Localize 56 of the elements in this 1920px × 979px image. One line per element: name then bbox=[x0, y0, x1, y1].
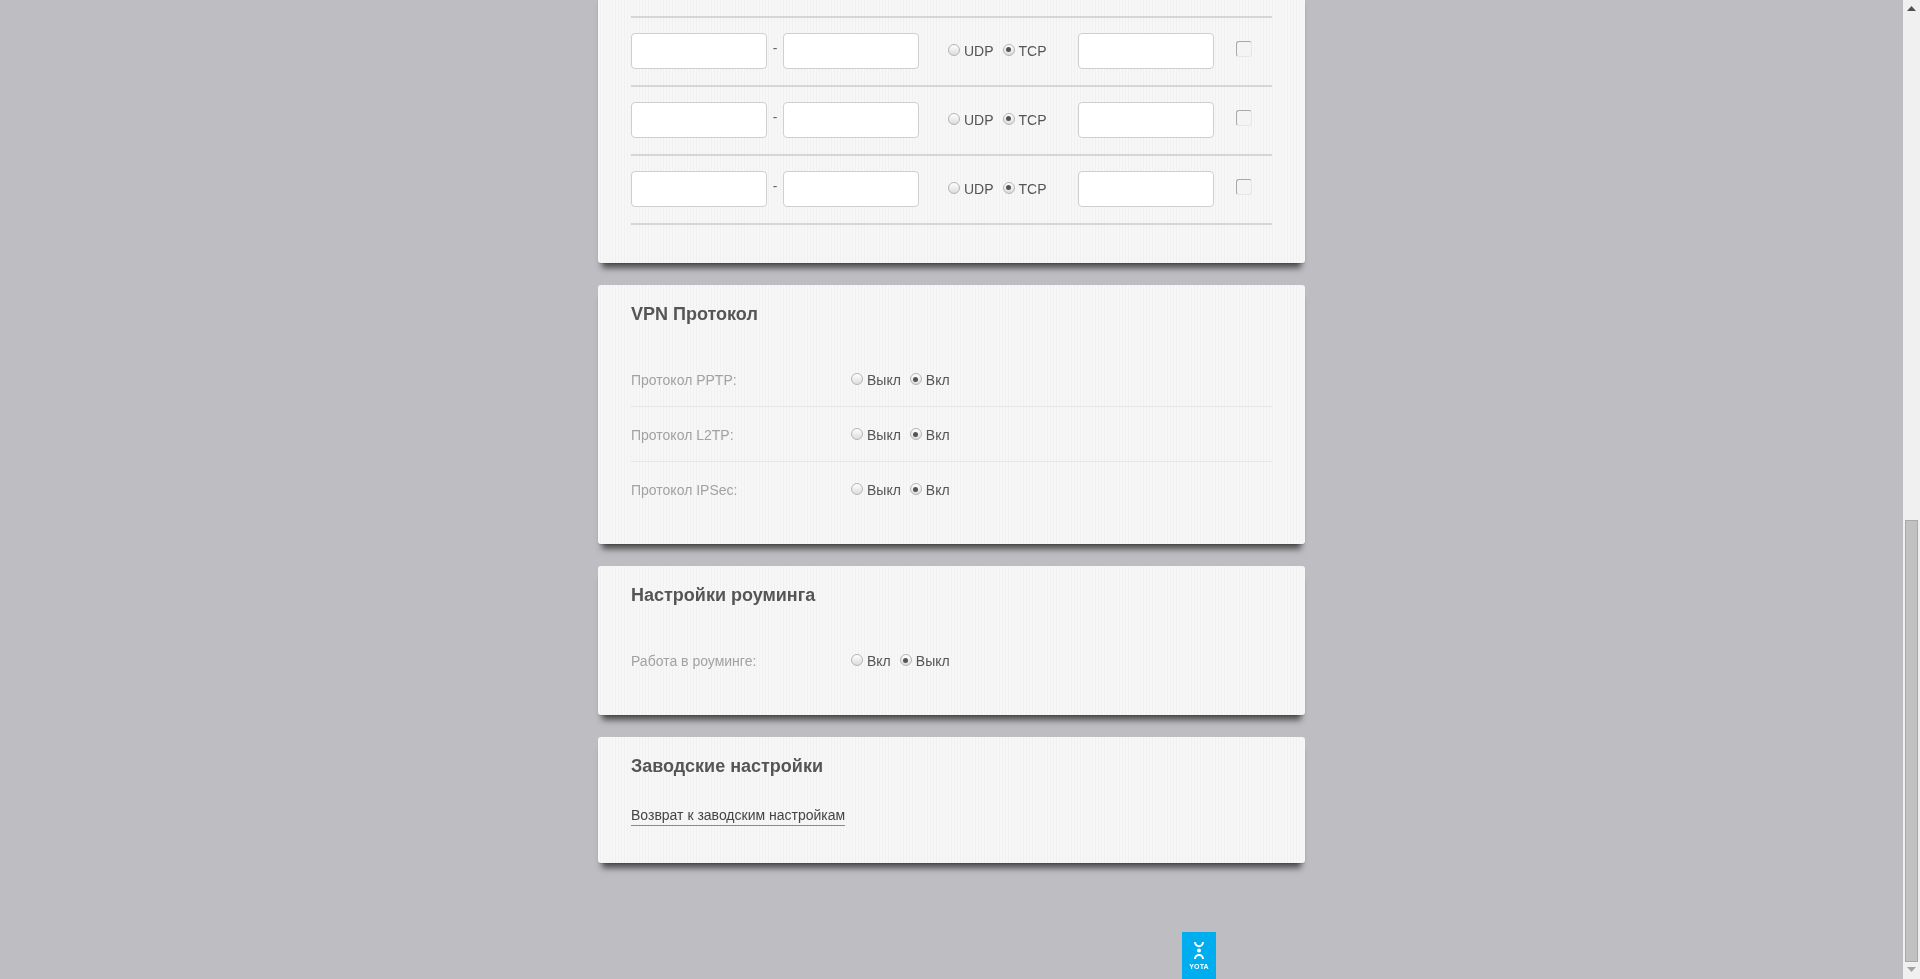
checkbox[interactable] bbox=[1236, 110, 1252, 126]
radio-button[interactable] bbox=[909, 373, 922, 385]
radio-button[interactable] bbox=[909, 428, 922, 440]
radio-button[interactable] bbox=[1002, 112, 1015, 125]
radio-button[interactable] bbox=[1002, 43, 1015, 56]
input-field[interactable] bbox=[783, 171, 919, 207]
option-label[interactable]: Выкл bbox=[867, 482, 901, 499]
reset-link[interactable]: Возврат к заводским настройкам bbox=[631, 807, 846, 826]
section-title: VPN Протокол bbox=[631, 303, 759, 325]
option-label[interactable]: Вкл bbox=[867, 653, 891, 670]
option-label[interactable]: Выкл bbox=[915, 653, 950, 670]
option-label[interactable]: Вкл bbox=[925, 372, 950, 389]
scrollbar-track[interactable] bbox=[1903, 0, 1920, 979]
range-separator: - bbox=[772, 109, 778, 125]
scrollbar-thumb[interactable] bbox=[1905, 520, 1918, 962]
input-field[interactable] bbox=[631, 33, 767, 69]
section-title: Настройки роуминга bbox=[631, 584, 817, 606]
input-field[interactable] bbox=[1078, 33, 1214, 69]
checkbox[interactable] bbox=[1236, 41, 1252, 57]
scroll-down-icon[interactable] bbox=[1907, 967, 1916, 972]
range-separator: - bbox=[772, 178, 778, 194]
setting-label: Работа в роуминге: bbox=[631, 653, 758, 670]
option-label[interactable]: Выкл bbox=[867, 372, 901, 389]
checkbox[interactable] bbox=[1236, 179, 1252, 195]
setting-label: Протокол IPSec: bbox=[631, 482, 739, 499]
input-field[interactable] bbox=[631, 102, 767, 138]
option-label[interactable]: Выкл bbox=[867, 427, 901, 444]
input-field[interactable] bbox=[631, 171, 767, 207]
option-label[interactable]: Вкл bbox=[925, 482, 950, 499]
input-field[interactable] bbox=[783, 33, 919, 69]
option-label[interactable]: Вкл bbox=[925, 427, 950, 444]
option-label[interactable]: UDP bbox=[964, 42, 994, 60]
logo-figure-icon bbox=[1194, 942, 1204, 959]
radio-button[interactable] bbox=[851, 373, 863, 385]
scroll-up-icon[interactable] bbox=[1907, 6, 1916, 11]
input-field[interactable] bbox=[1078, 102, 1214, 138]
section-title: Заводские настройки bbox=[631, 755, 824, 777]
option-label[interactable]: TCP bbox=[1018, 111, 1047, 129]
option-label[interactable]: UDP bbox=[964, 111, 994, 129]
range-separator: - bbox=[772, 40, 778, 56]
radio-button[interactable] bbox=[1002, 181, 1015, 194]
radio-button[interactable] bbox=[899, 654, 912, 666]
radio-button[interactable] bbox=[948, 112, 960, 125]
input-field[interactable] bbox=[1078, 171, 1214, 207]
radio-button[interactable] bbox=[909, 483, 922, 495]
radio-button[interactable] bbox=[948, 43, 960, 56]
radio-button[interactable] bbox=[851, 428, 863, 440]
option-label[interactable]: TCP bbox=[1018, 180, 1047, 198]
setting-label: Протокол L2TP: bbox=[631, 427, 735, 444]
radio-button[interactable] bbox=[948, 181, 960, 194]
setting-label: Протокол PPTP: bbox=[631, 372, 738, 389]
input-field[interactable] bbox=[783, 102, 919, 138]
radio-button[interactable] bbox=[851, 654, 863, 666]
option-label[interactable]: TCP bbox=[1018, 42, 1047, 60]
radio-button[interactable] bbox=[851, 483, 863, 495]
option-label[interactable]: UDP bbox=[964, 180, 994, 198]
